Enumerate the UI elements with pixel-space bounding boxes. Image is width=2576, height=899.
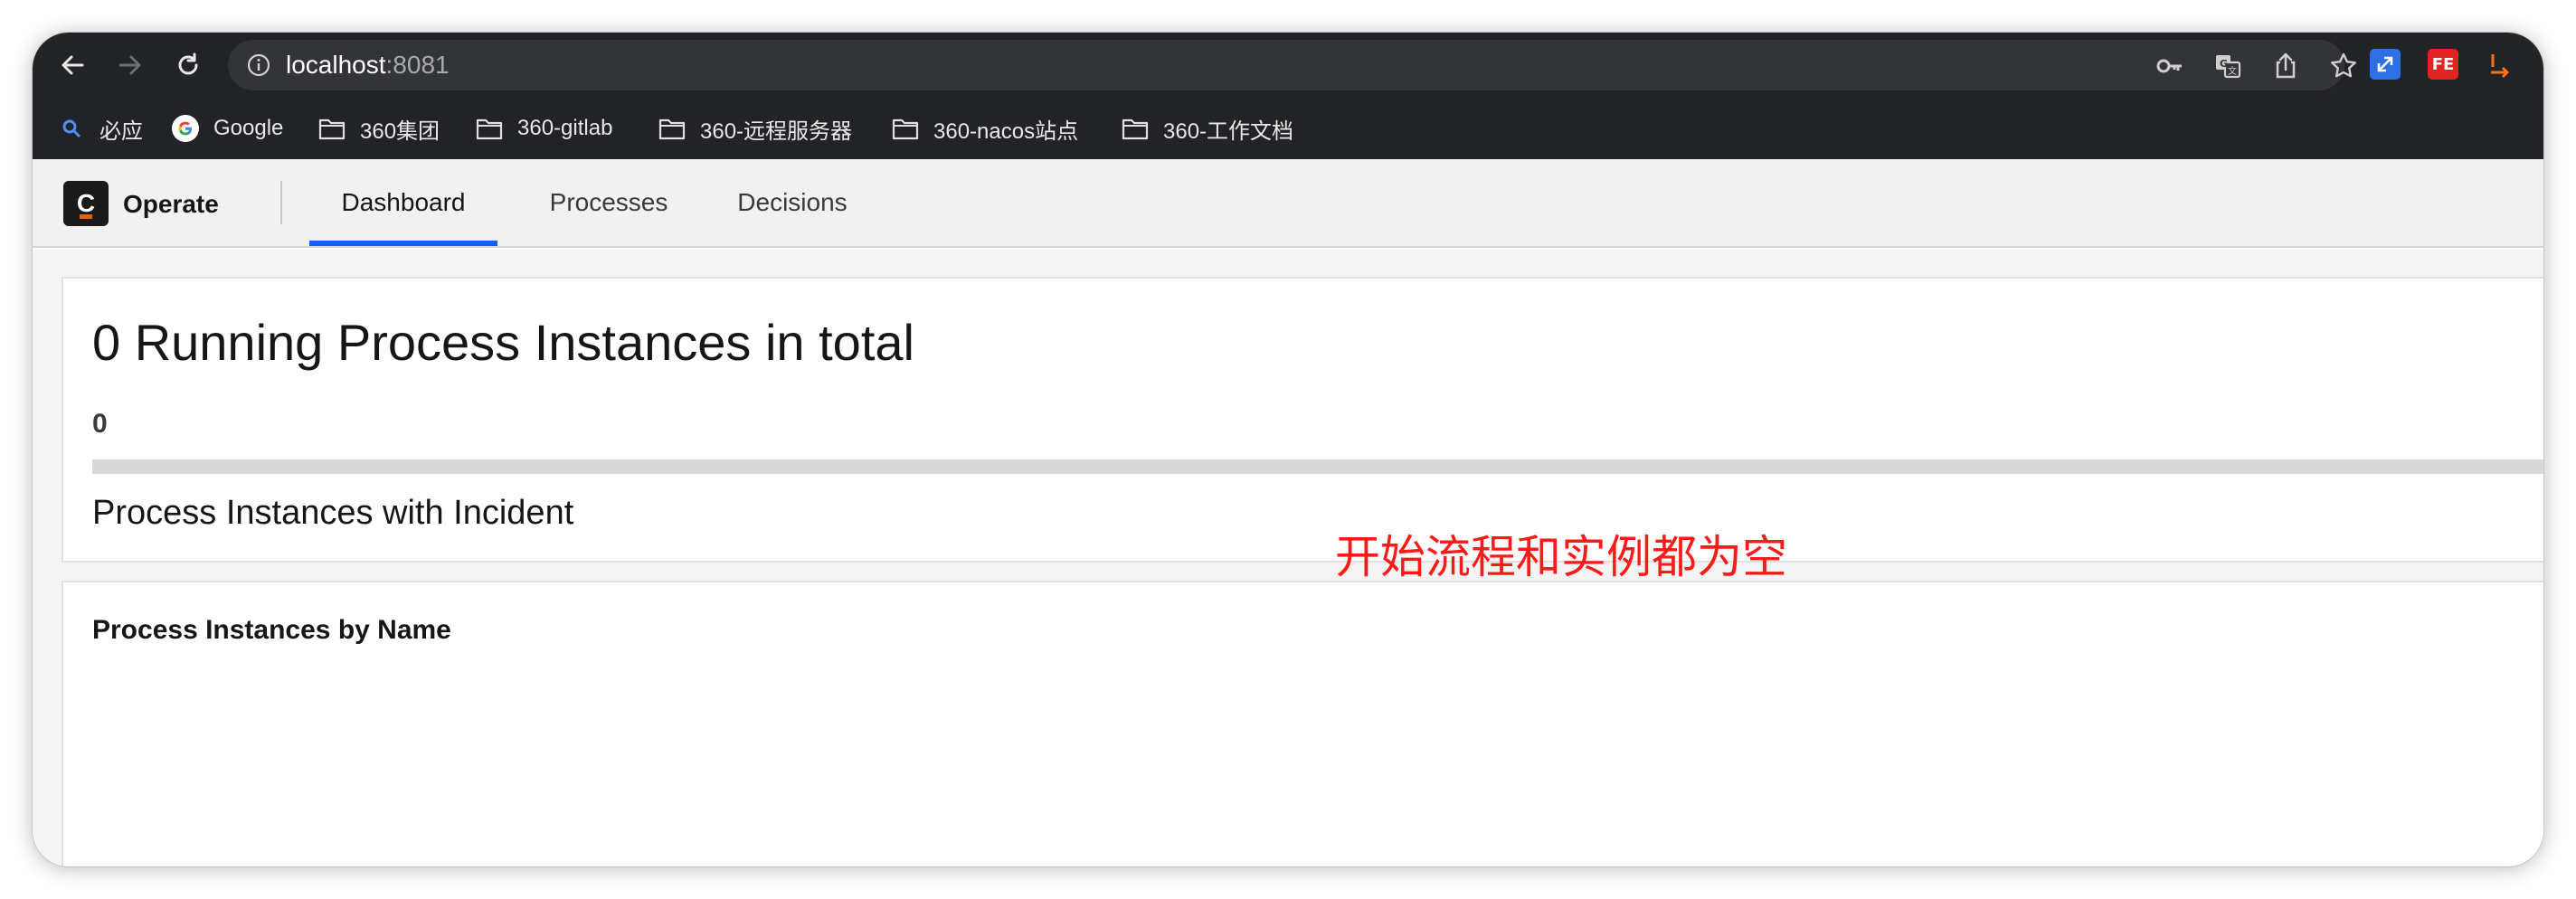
folder-icon bbox=[658, 115, 686, 142]
folder-icon bbox=[476, 115, 503, 142]
url-text[interactable]: localhost:8081 bbox=[286, 52, 450, 78]
share-icon[interactable] bbox=[2270, 51, 2301, 81]
tab-decisions[interactable]: Decisions bbox=[720, 159, 865, 246]
back-icon[interactable] bbox=[54, 47, 90, 83]
bookmark-label: 360集团 bbox=[360, 118, 440, 144]
url-host: localhost bbox=[286, 51, 386, 79]
camunda-logo[interactable]: C bbox=[63, 181, 109, 226]
bookmark-label: Google bbox=[213, 116, 284, 140]
bookmarks-bar: 必应 Google 360集团 360-gitlab 360-远程服务器 360… bbox=[33, 98, 2543, 159]
bookmark-label: 360-gitlab bbox=[517, 116, 613, 140]
url-port: :8081 bbox=[385, 51, 450, 79]
bookmark-folder-360-group[interactable]: 360集团 bbox=[318, 98, 440, 159]
logo-letter: C bbox=[76, 189, 96, 217]
svg-text:文: 文 bbox=[2228, 65, 2237, 77]
extension-fe-icon[interactable]: FE bbox=[2428, 49, 2458, 80]
tab-label: Processes bbox=[549, 188, 668, 216]
brand-name[interactable]: Operate bbox=[123, 190, 219, 219]
bookmark-google[interactable]: Google bbox=[172, 98, 283, 159]
bookmark-folder-360-docs[interactable]: 360-工作文档 bbox=[1122, 98, 1293, 159]
browser-window: localhost:8081 G文 FE 必应 Google 360集团 360… bbox=[33, 33, 2543, 866]
instances-progress-bar bbox=[92, 459, 2543, 474]
info-icon[interactable] bbox=[246, 52, 271, 78]
address-bar[interactable]: localhost:8081 G文 bbox=[228, 40, 2356, 90]
svg-text:G: G bbox=[2220, 58, 2228, 70]
bookmark-label: 360-工作文档 bbox=[1163, 118, 1294, 144]
bookmark-label: 必应 bbox=[99, 118, 143, 144]
forward-icon[interactable] bbox=[112, 47, 148, 83]
bookmark-label: 360-远程服务器 bbox=[700, 118, 853, 144]
reload-icon[interactable] bbox=[170, 47, 206, 83]
bookmark-folder-360-remote[interactable]: 360-远程服务器 bbox=[658, 98, 852, 159]
google-icon bbox=[172, 115, 199, 142]
bookmark-folder-360-nacos[interactable]: 360-nacos站点 bbox=[892, 98, 1078, 159]
instances-by-name-title: Process Instances by Name bbox=[92, 615, 451, 645]
app-header: C Operate Dashboard Processes Decisions bbox=[33, 159, 2543, 248]
tab-dashboard[interactable]: Dashboard bbox=[309, 159, 497, 246]
extension-arrow-icon[interactable] bbox=[2370, 49, 2401, 80]
tab-label: Decisions bbox=[737, 188, 848, 216]
extension-fe-label: FE bbox=[2431, 54, 2455, 74]
key-icon[interactable] bbox=[2155, 51, 2185, 81]
translate-icon[interactable]: G文 bbox=[2212, 51, 2243, 81]
dashboard-content: 0 Running Process Instances in total 0 P… bbox=[33, 250, 2543, 866]
bookmark-folder-360-gitlab[interactable]: 360-gitlab bbox=[476, 98, 612, 159]
folder-icon bbox=[892, 115, 919, 142]
running-instances-count[interactable]: 0 bbox=[92, 409, 108, 440]
header-divider bbox=[280, 181, 282, 224]
star-icon[interactable] bbox=[2328, 51, 2359, 81]
tab-processes[interactable]: Processes bbox=[528, 159, 689, 246]
tab-label: Dashboard bbox=[341, 188, 466, 216]
metric-panel: 0 Running Process Instances in total 0 P… bbox=[62, 277, 2543, 563]
bookmark-bing[interactable]: 必应 bbox=[58, 98, 143, 159]
incident-instances-label[interactable]: Process Instances with Incident bbox=[92, 494, 573, 533]
extension-orange-icon[interactable] bbox=[2486, 49, 2516, 80]
running-instances-title[interactable]: 0 Running Process Instances in total bbox=[92, 313, 914, 372]
search-icon bbox=[58, 115, 85, 142]
instances-by-name-panel: Process Instances by Name bbox=[62, 581, 2543, 866]
folder-icon bbox=[318, 115, 346, 142]
annotation-text: 开始流程和实例都为空 bbox=[1335, 531, 1787, 583]
folder-icon bbox=[1122, 115, 1149, 142]
browser-toolbar: localhost:8081 G文 FE bbox=[33, 33, 2543, 98]
bookmark-label: 360-nacos站点 bbox=[933, 118, 1079, 144]
